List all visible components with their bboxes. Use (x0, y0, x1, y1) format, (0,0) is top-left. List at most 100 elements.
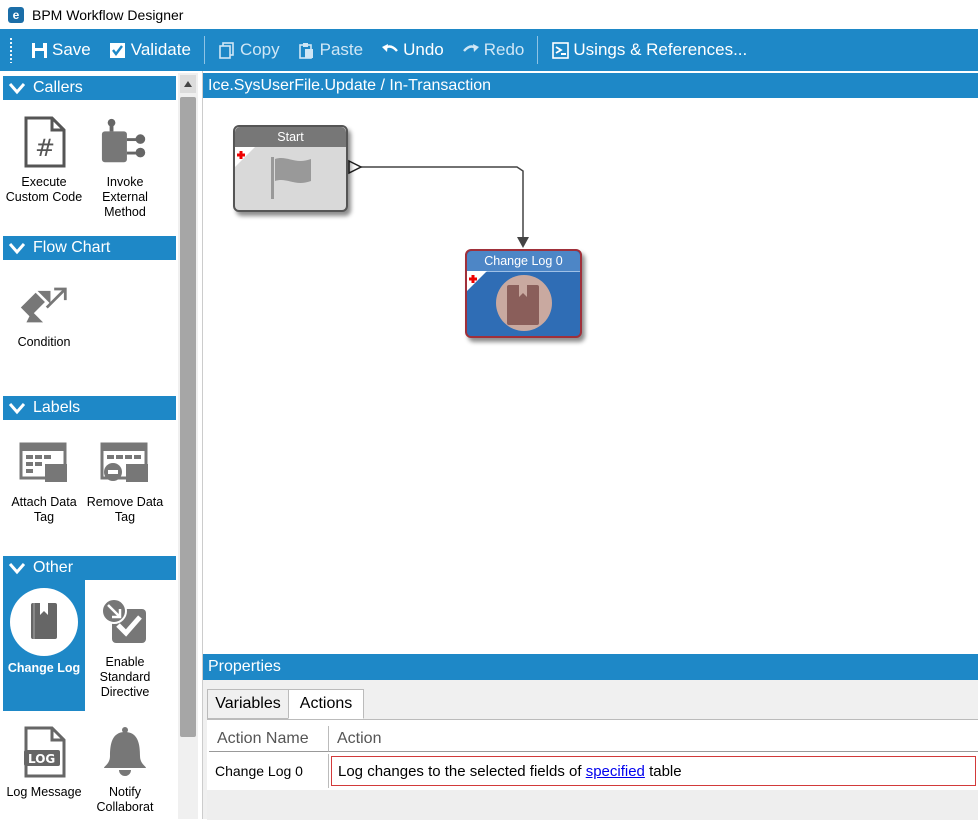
change-log-node-body (467, 271, 552, 331)
canvas-header: Ice.SysUserFile.Update / In-Transaction (203, 73, 978, 98)
change-log-book-icon (9, 587, 79, 657)
tool-notify-collaborate[interactable]: Notify Collaborat (84, 725, 166, 815)
toolbar-grip[interactable] (9, 37, 13, 63)
tool-invoke-external-method[interactable]: Invoke External Method (84, 115, 166, 220)
tool-label: Notify Collaborat (96, 785, 154, 814)
undo-label: Undo (403, 40, 444, 59)
tool-label: Change Log (7, 661, 81, 675)
tab-actions[interactable]: Actions (288, 689, 364, 719)
enable-directive-icon (100, 595, 150, 649)
save-label: Save (52, 40, 91, 59)
output-port-arrow-icon[interactable] (348, 159, 363, 175)
validate-label: Validate (130, 40, 191, 59)
app-logo-icon: e (8, 6, 24, 23)
chevron-down-icon (9, 83, 25, 95)
properties-panel: Variables Actions Action Name Action Cha… (203, 680, 978, 820)
undo-arrow-icon (381, 41, 399, 59)
change-log-node-title: Change Log 0 (467, 251, 580, 272)
triangle-up-icon (184, 81, 192, 87)
attach-data-tag-icon (19, 435, 69, 489)
chevron-down-icon (9, 243, 25, 255)
copy-label: Copy (239, 40, 280, 59)
tool-label: Enable Standard Directive (99, 655, 151, 699)
window-titlebar: e BPM Workflow Designer (0, 0, 978, 29)
tool-attach-data-tag[interactable]: Attach Data Tag (3, 435, 85, 525)
start-node-body (235, 147, 311, 199)
scrollbar-thumb[interactable] (180, 97, 196, 737)
checkbox-check-icon (109, 41, 127, 59)
paste-button[interactable]: Paste (289, 29, 372, 71)
tool-log-message[interactable]: LOG Log Message (3, 725, 85, 800)
cell-action[interactable]: Log changes to the selected fields of sp… (331, 756, 976, 786)
undo-button[interactable]: Undo (372, 29, 453, 71)
tool-label: Invoke External Method (102, 175, 148, 219)
chevron-down-icon (9, 563, 25, 575)
method-connector-icon (100, 115, 150, 169)
tool-label: Condition (17, 335, 71, 349)
category-callers[interactable]: Callers (3, 76, 176, 100)
category-other[interactable]: Other (3, 556, 176, 580)
flag-icon (271, 157, 311, 199)
usings-references-label: Usings & References... (573, 40, 748, 59)
start-node[interactable]: Start (233, 125, 348, 212)
cell-action-name[interactable]: Change Log 0 (209, 754, 329, 788)
tool-label: Log Message (6, 785, 82, 799)
grid-empty-area (207, 790, 978, 820)
tool-remove-data-tag[interactable]: Remove Data Tag (84, 435, 166, 525)
column-header-action[interactable]: Action (329, 726, 978, 752)
paste-label: Paste (319, 40, 364, 59)
change-log-node[interactable]: Change Log 0 (465, 249, 582, 338)
scroll-up-button[interactable] (180, 75, 196, 93)
main-toolbar: Save Validate Copy Paste Undo Redo Using… (0, 29, 978, 71)
category-flow-chart[interactable]: Flow Chart (3, 236, 176, 260)
bell-icon (100, 725, 150, 779)
window-title: BPM Workflow Designer (32, 6, 184, 23)
properties-header: Properties (203, 654, 978, 680)
paste-icon (298, 41, 316, 59)
actions-grid: Action Name Action Change Log 0 Log chan… (207, 719, 978, 820)
save-button[interactable]: Save (21, 29, 100, 71)
tab-variables[interactable]: Variables (207, 689, 289, 719)
copy-icon (218, 41, 236, 59)
copy-button[interactable]: Copy (209, 29, 289, 71)
validate-button[interactable]: Validate (100, 29, 200, 71)
redo-label: Redo (483, 40, 525, 59)
tool-label: Execute Custom Code (5, 175, 83, 204)
log-message-icon: LOG (19, 725, 69, 779)
tool-label: Attach Data Tag (11, 495, 77, 524)
hash-document-icon: # (19, 115, 69, 169)
toolbox-scrollbar[interactable] (178, 73, 198, 819)
category-callers-label: Callers (33, 79, 83, 96)
usings-references-icon (551, 41, 569, 59)
usings-references-button[interactable]: Usings & References... (542, 29, 756, 71)
connector-arrowhead-icon (517, 237, 529, 248)
tool-change-log[interactable]: Change Log (3, 579, 85, 711)
toolbox-sidebar: Callers # Execute Custom Code Invoke Ext… (0, 71, 203, 819)
change-log-book-icon (496, 275, 552, 331)
condition-arrows-icon (19, 275, 69, 329)
toolbar-separator (203, 36, 205, 64)
properties-title: Properties (208, 658, 281, 675)
svg-text:LOG: LOG (28, 752, 55, 766)
specified-table-link[interactable]: specified (586, 763, 645, 780)
tool-condition[interactable]: Condition (3, 275, 85, 350)
chevron-down-icon (9, 403, 25, 415)
tool-label: Remove Data Tag (86, 495, 164, 524)
svg-text:#: # (35, 134, 55, 162)
floppy-disk-icon (30, 41, 48, 59)
connector-line (351, 166, 524, 238)
category-labels[interactable]: Labels (3, 396, 176, 420)
category-flow-chart-label: Flow Chart (33, 239, 111, 256)
redo-arrow-icon (462, 41, 480, 59)
tool-execute-custom-code[interactable]: # Execute Custom Code (3, 115, 85, 205)
canvas-title: Ice.SysUserFile.Update / In-Transaction (208, 76, 492, 94)
workflow-canvas[interactable]: Start Change Log 0 (203, 98, 978, 650)
remove-data-tag-icon (100, 435, 150, 489)
column-header-action-name[interactable]: Action Name (209, 726, 329, 752)
tool-enable-standard-directive[interactable]: Enable Standard Directive (84, 595, 166, 700)
toolbar-separator (537, 36, 539, 64)
category-labels-label: Labels (33, 399, 81, 416)
start-node-title: Start (235, 127, 346, 147)
category-other-label: Other (33, 559, 74, 576)
redo-button[interactable]: Redo (453, 29, 534, 71)
